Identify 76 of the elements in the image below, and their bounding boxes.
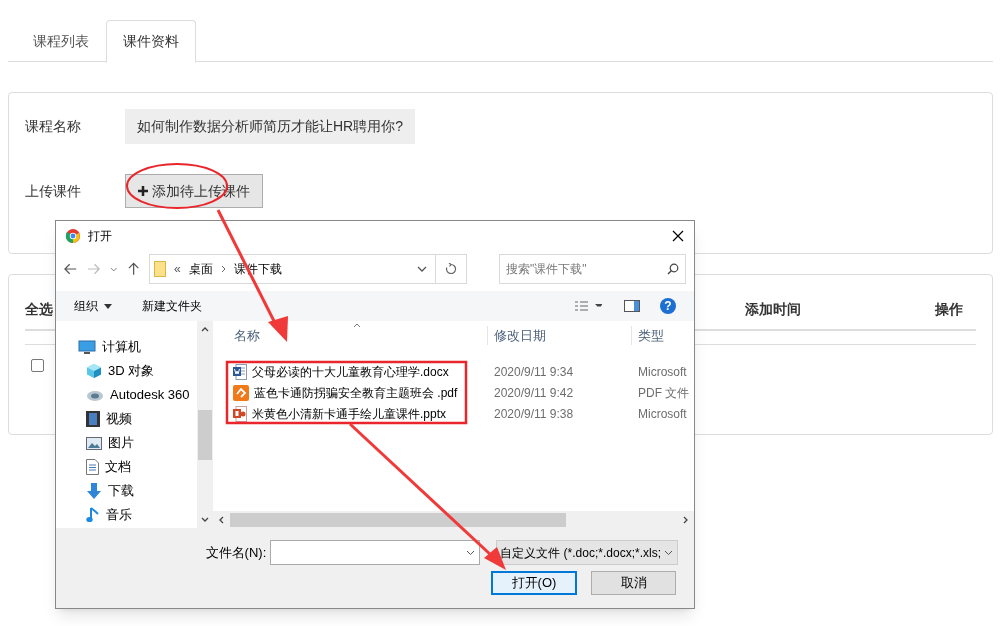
file-type-dropdown[interactable]: 自定义文件 (*.doc;*.docx;*.xls;: [496, 540, 678, 565]
computer-icon: [78, 340, 96, 354]
sidebar-item[interactable]: 文档: [78, 455, 197, 479]
browser-logo-icon: [66, 229, 80, 243]
field-label: 上传课件: [25, 181, 82, 201]
file-date: 2020/9/11 9:34: [493, 363, 575, 381]
file-date: 2020/9/11 9:38: [493, 405, 575, 423]
search-field[interactable]: 搜索"课件下载": [499, 254, 686, 284]
refresh-button[interactable]: [436, 254, 468, 284]
sidebar-item[interactable]: 视频: [78, 407, 197, 431]
file-row[interactable]: 父母必读的十大儿童教育心理学.docx 2020/9/11 9:34 Microsoft: [213, 361, 694, 382]
column-header[interactable]: 修改日期: [488, 325, 632, 345]
search-icon: [667, 263, 679, 275]
file-type: PDF 文件: [637, 384, 690, 402]
file-name: 父母必读的十大儿童教育心理学.docx: [252, 363, 449, 381]
scrollbar-thumb[interactable]: [230, 512, 566, 527]
download-arrow-icon: [86, 483, 102, 499]
caret-icon: [104, 303, 112, 309]
chevron-right-icon[interactable]: [220, 265, 226, 273]
column-header[interactable]: 类型: [632, 325, 664, 345]
scroll-up-icon[interactable]: [201, 327, 209, 332]
breadcrumb-item[interactable]: 桌面: [188, 260, 213, 278]
chevron-down-icon: [466, 549, 476, 556]
file-type: Microsoft: [637, 363, 687, 381]
row-checkbox[interactable]: [31, 359, 44, 372]
film-icon: [86, 411, 100, 427]
open-button[interactable]: 打开(O): [491, 571, 577, 595]
scrollbar-thumb[interactable]: [198, 410, 212, 460]
picture-icon: [86, 436, 102, 450]
file-name: 米黄色小清新卡通手绘儿童课件.pptx: [252, 405, 446, 423]
column-header: 添加时间: [745, 300, 802, 319]
file-name: 蓝色卡通防拐骗安全教育主题班会 .pdf: [254, 384, 458, 402]
pdf-document-icon: [233, 384, 249, 401]
file-name-field[interactable]: [270, 540, 481, 565]
chevron-down-icon[interactable]: [110, 266, 118, 272]
file-name-label: 文件名(N):: [205, 543, 267, 562]
dialog-title: 打开: [88, 228, 112, 245]
plus-icon: [138, 186, 148, 196]
scroll-left-icon[interactable]: [219, 515, 224, 524]
sidebar-item[interactable]: 3D 对象: [78, 359, 197, 383]
new-folder-button[interactable]: 新建文件夹: [142, 297, 202, 315]
refresh-icon: [445, 263, 458, 275]
scroll-down-icon[interactable]: [201, 517, 209, 522]
column-header: 操作: [935, 300, 963, 319]
chevron-down-icon: [664, 549, 673, 556]
sidebar-item[interactable]: 下载: [78, 479, 197, 503]
preview-pane-icon[interactable]: [624, 300, 640, 312]
sidebar-item[interactable]: 音乐: [78, 503, 197, 527]
file-type: Microsoft: [637, 405, 687, 423]
back-arrow-icon[interactable]: [64, 263, 78, 275]
sidebar-item[interactable]: 计算机: [78, 335, 197, 359]
help-button[interactable]: ?: [660, 298, 676, 314]
breadcrumb-overflow[interactable]: «: [174, 260, 181, 278]
cancel-button[interactable]: 取消: [591, 571, 676, 595]
cube-icon: [86, 363, 102, 379]
folder-icon: [154, 261, 167, 277]
document-icon: [86, 459, 99, 475]
file-row[interactable]: 蓝色卡通防拐骗安全教育主题班会 .pdf 2020/9/11 9:42 PDF 文件: [213, 382, 694, 403]
tab[interactable]: 课程列表: [16, 20, 106, 62]
up-arrow-icon[interactable]: [127, 262, 140, 276]
view-options-icon[interactable]: [574, 301, 602, 311]
close-icon[interactable]: [672, 230, 684, 242]
music-note-icon: [86, 507, 100, 523]
presentation-document-icon: [233, 405, 247, 422]
word-document-icon: [233, 363, 247, 380]
organize-menu-button[interactable]: 组织: [74, 297, 112, 315]
sidebar-item[interactable]: Autodesk 360: [78, 383, 197, 407]
file-date: 2020/9/11 9:42: [493, 384, 575, 402]
sidebar-item[interactable]: 图片: [78, 431, 197, 455]
tab[interactable]: 课件资料: [106, 20, 196, 63]
scroll-right-icon[interactable]: [683, 515, 688, 524]
chevron-down-icon[interactable]: [417, 266, 428, 272]
file-row[interactable]: 米黄色小清新卡通手绘儿童课件.pptx 2020/9/11 9:38 Microsoft: [213, 403, 694, 424]
field-label: 课程名称: [25, 117, 82, 136]
cloud-icon: [86, 388, 104, 402]
course-name-field: 如何制作数据分析师简历才能让HR聘用你?: [125, 109, 415, 144]
